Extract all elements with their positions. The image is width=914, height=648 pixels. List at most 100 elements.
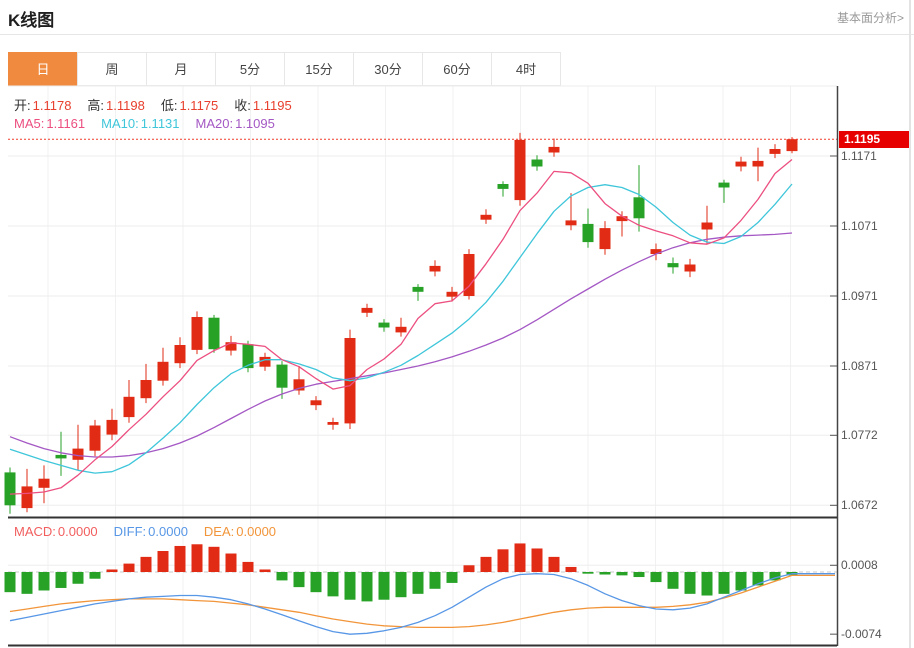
macd-bar xyxy=(209,547,220,572)
macd-bar xyxy=(634,572,645,577)
readout-value: 1.1095 xyxy=(235,116,275,131)
candle-body xyxy=(753,161,764,167)
macd-bar xyxy=(73,572,84,584)
readout-label: DIFF: xyxy=(114,524,147,539)
horizontal-gridlines xyxy=(8,86,837,572)
candle-body xyxy=(379,323,390,328)
macd-bar xyxy=(345,572,356,600)
readout-value: 0.0000 xyxy=(148,524,188,539)
macd-bar xyxy=(498,549,509,572)
candle-body xyxy=(73,449,84,460)
macd-bar xyxy=(668,572,679,589)
readout-label: MACD: xyxy=(14,524,56,539)
macd-bar xyxy=(481,557,492,572)
candle-body xyxy=(583,224,594,242)
macd-bar xyxy=(243,562,254,572)
macd-bar xyxy=(464,565,475,572)
candle-body xyxy=(107,420,118,435)
candle-body xyxy=(498,184,509,189)
readout-value: 0.0000 xyxy=(236,524,276,539)
candle-body xyxy=(719,183,730,188)
candle-body xyxy=(430,266,441,272)
candle-body xyxy=(209,318,220,350)
candle-body xyxy=(600,228,611,249)
readout-value: 0.0000 xyxy=(58,524,98,539)
macd-bar xyxy=(39,572,50,590)
candle-body xyxy=(22,486,33,508)
candle-body xyxy=(192,317,203,350)
readout-label: 开: xyxy=(14,98,31,113)
macd-bar xyxy=(328,572,339,596)
candle-body xyxy=(124,397,135,417)
macd-bar xyxy=(532,548,543,572)
price-tick-label: 1.0772 xyxy=(841,428,878,442)
readout-label: MA5: xyxy=(14,116,44,131)
macd-bar xyxy=(175,546,186,572)
candle-body xyxy=(702,223,713,230)
readout-label: MA20: xyxy=(196,116,234,131)
candle-body xyxy=(515,140,526,200)
macd-bar xyxy=(515,543,526,572)
macd-bar xyxy=(736,572,747,590)
candle-body xyxy=(158,362,169,381)
candle-body xyxy=(141,380,152,398)
macd-bar xyxy=(719,572,730,594)
readout-label: 收: xyxy=(234,98,251,113)
macd-bar xyxy=(617,572,628,575)
readout-label: MA10: xyxy=(101,116,139,131)
readout-label: 低: xyxy=(161,98,178,113)
macd-bar xyxy=(379,572,390,600)
macd-bar xyxy=(583,572,594,574)
candle-body xyxy=(175,345,186,363)
macd-bar xyxy=(566,567,577,572)
candle-body xyxy=(549,147,560,153)
current-price-badge: 1.1195 xyxy=(839,131,911,148)
macd-tick-label: -0.0074 xyxy=(841,627,882,641)
macd-bar xyxy=(702,572,713,596)
candle-body xyxy=(481,215,492,220)
readout-value: 1.1175 xyxy=(179,98,218,113)
macd-bar xyxy=(124,564,135,572)
candle-body xyxy=(685,265,696,272)
macd-bar xyxy=(362,572,373,601)
candle-body xyxy=(328,422,339,425)
candle-body xyxy=(260,357,271,367)
candle-body xyxy=(90,426,101,451)
macd-bar xyxy=(651,572,662,582)
readout-value: 1.1178 xyxy=(33,98,72,113)
macd-bar xyxy=(5,572,16,592)
macd-readout: MACD:0.0000DIFF:0.0000DEA:0.0000 xyxy=(14,524,292,539)
macd-tick-label: 0.0008 xyxy=(841,558,878,572)
kline-page: K线图 基本面分析> 日周月5分15分30分60分4时 开:1.1178高:1.… xyxy=(0,0,914,648)
candle-body xyxy=(447,292,458,297)
candle-body xyxy=(668,263,679,267)
candle-body xyxy=(5,472,16,505)
readout-label: DEA: xyxy=(204,524,234,539)
candle-body xyxy=(362,308,373,313)
macd-bar xyxy=(107,569,118,572)
readout-label: 高: xyxy=(87,98,104,113)
macd-bar xyxy=(430,572,441,589)
price-tick-label: 1.0971 xyxy=(841,289,878,303)
macd-bar xyxy=(226,554,237,572)
ma-readout: MA5:1.1161 MA10:1.1131 MA20:1.1095 xyxy=(14,116,291,131)
macd-bar xyxy=(600,572,611,575)
macd-bar xyxy=(56,572,67,588)
ohlc-readout: 开:1.1178高:1.1198低:1.1175收:1.1195 xyxy=(14,95,308,114)
candle-body xyxy=(736,162,747,167)
macd-bar xyxy=(192,544,203,572)
macd-bar xyxy=(22,572,33,594)
macd-bar xyxy=(141,557,152,572)
macd-bar xyxy=(311,572,322,592)
price-tick-label: 1.1071 xyxy=(841,219,878,233)
macd-bar xyxy=(260,569,271,572)
candle-body xyxy=(39,479,50,488)
macd-bar xyxy=(158,551,169,572)
candle-body xyxy=(787,139,798,151)
readout-value: 1.1161 xyxy=(46,116,85,131)
price-tick-label: 1.0871 xyxy=(841,359,878,373)
readout-value: 1.1131 xyxy=(141,116,180,131)
candle-body xyxy=(532,160,543,167)
macd-bar xyxy=(685,572,696,594)
right-edge-divider xyxy=(909,0,911,648)
